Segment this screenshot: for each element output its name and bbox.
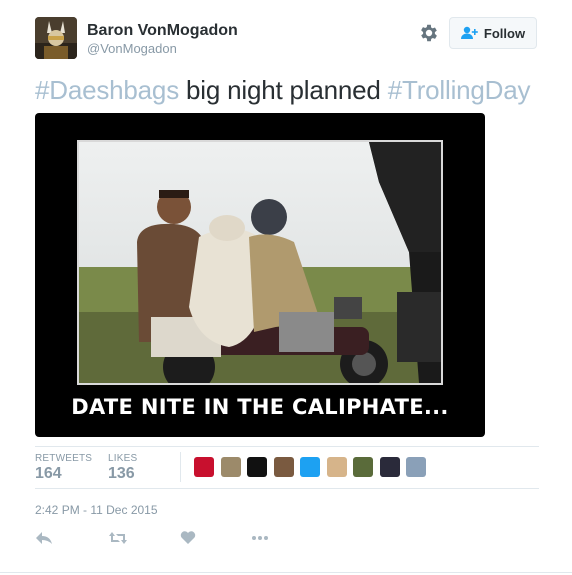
liker-avatar[interactable] [220, 457, 241, 477]
liker-avatar[interactable] [379, 457, 400, 477]
liker-avatar[interactable] [326, 457, 347, 477]
follow-button[interactable]: Follow [449, 17, 537, 49]
divider [0, 572, 572, 573]
photo [77, 140, 443, 385]
gear-icon[interactable] [418, 22, 440, 44]
display-name[interactable]: Baron VonMogadon [87, 22, 238, 40]
follow-button-label: Follow [483, 25, 526, 41]
retweet-icon[interactable] [108, 530, 130, 546]
tweet-text-body: big night planned [179, 75, 388, 105]
like-icon[interactable] [180, 530, 200, 546]
retweets-label: RETWEETS [35, 453, 93, 464]
tweet-text: #Daeshbags big night planned #TrollingDa… [35, 74, 531, 106]
divider [180, 452, 181, 482]
liker-avatar[interactable] [247, 457, 267, 477]
user-handle[interactable]: @VonMogadon [87, 41, 177, 56]
tweet-media[interactable]: DATE NITE IN THE CALIPHATE... [35, 113, 485, 437]
media-caption: DATE NITE IN THE CALIPHATE... [71, 395, 449, 419]
hashtag-link[interactable]: #TrollingDay [388, 75, 531, 105]
liker-avatar[interactable] [353, 457, 373, 477]
retweets-count[interactable]: 164 [35, 465, 62, 483]
divider [35, 488, 539, 489]
reply-icon[interactable] [35, 530, 55, 546]
add-user-icon [460, 26, 478, 39]
liker-avatar[interactable] [300, 457, 320, 477]
hashtag-link[interactable]: #Daeshbags [35, 75, 179, 105]
more-icon[interactable] [250, 530, 272, 546]
avatar[interactable] [35, 17, 77, 59]
divider [35, 446, 539, 447]
timestamp[interactable]: 2:42 PM - 11 Dec 2015 [35, 503, 158, 517]
motorcycle-photo [79, 142, 441, 383]
liker-avatar[interactable] [273, 457, 294, 477]
avatar-image [35, 17, 77, 59]
liker-avatar[interactable] [194, 457, 214, 477]
liker-avatar[interactable] [406, 457, 426, 477]
likes-count[interactable]: 136 [108, 465, 135, 483]
likes-label: LIKES [108, 453, 138, 464]
